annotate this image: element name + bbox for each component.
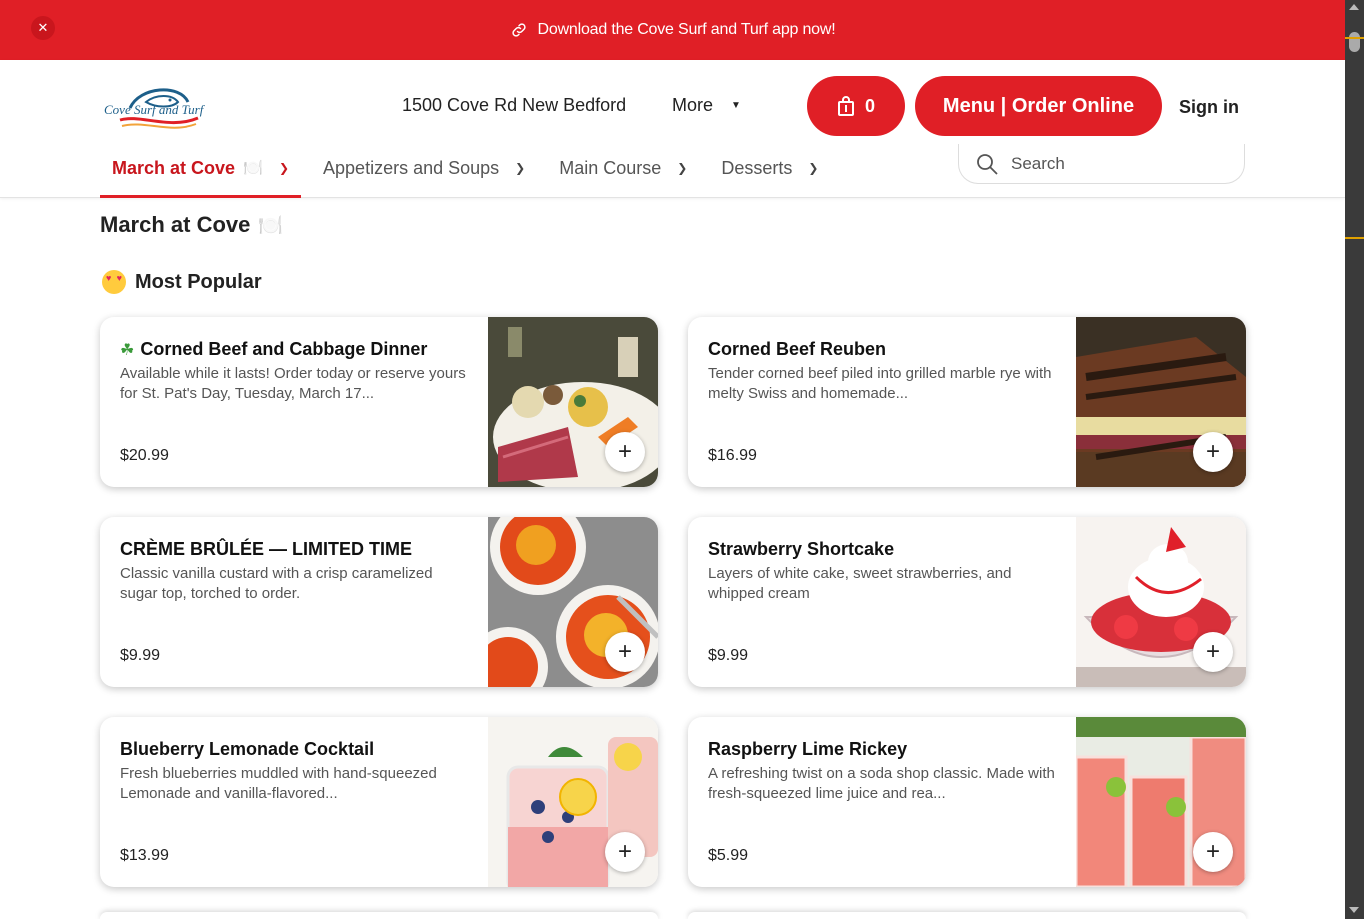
- add-to-cart-button[interactable]: +: [1193, 832, 1233, 872]
- menu-item-card[interactable]: CRÈME BRÛLÉE — LIMITED TIME Classic vani…: [100, 517, 658, 687]
- scroll-marker: [1345, 237, 1364, 239]
- item-name: Blueberry Lemonade Cocktail: [120, 739, 375, 759]
- tab-desserts[interactable]: Desserts ❯: [709, 138, 830, 198]
- item-price: $9.99: [120, 647, 161, 664]
- item-description: Layers of white cake, sweet strawberries…: [708, 565, 1012, 602]
- add-to-cart-button[interactable]: +: [1193, 432, 1233, 472]
- add-to-cart-button[interactable]: +: [605, 632, 645, 672]
- plus-icon: +: [617, 838, 632, 865]
- plus-icon: +: [1205, 838, 1220, 865]
- add-to-cart-button[interactable]: +: [605, 432, 645, 472]
- item-name: Corned Beef Reuben: [708, 339, 887, 359]
- item-description: Fresh blueberries muddled with hand-sque…: [120, 765, 437, 802]
- restaurant-logo[interactable]: Cove Surf and Turf: [100, 78, 212, 138]
- heart-eyes-emoji-icon: [102, 270, 126, 294]
- cart-button[interactable]: 0: [807, 76, 905, 136]
- plus-icon: +: [1205, 638, 1220, 665]
- item-name: Raspberry Lime Rickey: [708, 739, 908, 759]
- cart-count: 0: [864, 95, 875, 116]
- item-description: A refreshing twist on a soda shop classi…: [708, 765, 1055, 802]
- menu-item-card[interactable]: Corned Beef Reuben Tender corned beef pi…: [688, 317, 1246, 487]
- app-download-banner[interactable]: ✕ Download the Cove Surf and Turf app no…: [0, 0, 1345, 60]
- more-menu[interactable]: More ▼: [672, 95, 741, 116]
- sign-in-link[interactable]: Sign in: [1179, 97, 1239, 118]
- item-price: $5.99: [708, 847, 749, 864]
- order-online-button[interactable]: Menu | Order Online: [915, 76, 1162, 136]
- add-to-cart-button[interactable]: +: [605, 832, 645, 872]
- chevron-down-icon: ❯: [515, 161, 526, 175]
- tab-label: March at Cove: [112, 157, 236, 178]
- menu-item-card[interactable]: Blueberry Lemonade Cocktail Fresh bluebe…: [100, 717, 658, 887]
- tab-label: Appetizers and Soups: [323, 157, 500, 178]
- subsection-title: Most Popular: [102, 270, 262, 294]
- menu-item-card[interactable]: [100, 912, 658, 919]
- plus-icon: +: [1205, 438, 1220, 465]
- tab-label: Main Course: [559, 157, 662, 178]
- more-label: More: [672, 95, 714, 115]
- tab-main-course[interactable]: Main Course ❯: [547, 138, 699, 198]
- menu-item-card[interactable]: ☘ Corned Beef and Cabbage Dinner Availabl…: [100, 317, 658, 487]
- svg-text:Cove Surf and Turf: Cove Surf and Turf: [104, 102, 206, 117]
- restaurant-address[interactable]: 1500 Cove Rd New Bedford: [402, 95, 626, 116]
- plus-icon: +: [617, 438, 632, 465]
- search-placeholder: Search: [1011, 153, 1065, 173]
- item-description: Available while it lasts! Order today or…: [120, 365, 466, 402]
- section-title-text: March at Cove: [100, 212, 251, 237]
- item-description: Classic vanilla custard with a crisp car…: [120, 565, 433, 602]
- close-banner-button[interactable]: ✕: [31, 16, 55, 40]
- shamrock-icon: ☘: [120, 341, 135, 359]
- plate-icon: 🍽️: [258, 214, 284, 237]
- plate-icon: 🍽️: [243, 160, 263, 177]
- item-name: Strawberry Shortcake: [708, 539, 895, 559]
- search-icon: [977, 153, 998, 175]
- tab-march-at-cove[interactable]: March at Cove 🍽️ ❯: [100, 138, 302, 198]
- plus-icon: +: [617, 638, 632, 665]
- item-price: $16.99: [708, 447, 757, 464]
- scroll-thumb[interactable]: [1349, 32, 1360, 52]
- section-title: March at Cove 🍽️: [100, 212, 283, 238]
- page-scrollbar[interactable]: [1345, 0, 1364, 919]
- scroll-down-arrow[interactable]: [1349, 907, 1359, 913]
- chevron-down-icon: ❯: [278, 161, 290, 175]
- menu-item-card[interactable]: Strawberry Shortcake Layers of white cak…: [688, 517, 1246, 687]
- close-icon: ✕: [37, 20, 49, 35]
- menu-item-card[interactable]: [688, 912, 1246, 919]
- tab-appetizers-and-soups[interactable]: Appetizers and Soups ❯: [311, 138, 537, 198]
- tab-label: Desserts: [721, 157, 793, 178]
- link-icon: [511, 23, 526, 37]
- item-description: Tender corned beef piled into grilled ma…: [708, 365, 1052, 402]
- scroll-up-arrow[interactable]: [1349, 4, 1359, 10]
- category-tabs: March at Cove 🍽️ ❯ Appetizers and Soups ❯…: [100, 138, 840, 198]
- item-name: CRÈME BRÛLÉE — LIMITED TIME: [120, 539, 412, 559]
- item-price: $13.99: [120, 847, 169, 864]
- chevron-down-icon: ❯: [808, 161, 819, 175]
- banner-text[interactable]: Download the Cove Surf and Turf app now!: [538, 21, 836, 39]
- site-header: Cove Surf and Turf 1500 Cove Rd New Bedf…: [0, 60, 1345, 198]
- scroll-marker: [1345, 37, 1364, 39]
- caret-down-icon: ▼: [731, 100, 741, 111]
- chevron-down-icon: ❯: [677, 161, 688, 175]
- subsection-title-text: Most Popular: [135, 270, 262, 293]
- item-price: $20.99: [120, 447, 169, 464]
- add-to-cart-button[interactable]: +: [1193, 632, 1233, 672]
- item-price: $9.99: [708, 647, 749, 664]
- menu-item-card[interactable]: Raspberry Lime Rickey A refreshing twist…: [688, 717, 1246, 887]
- search-input[interactable]: Search: [958, 144, 1245, 184]
- item-name: Corned Beef and Cabbage Dinner: [140, 339, 428, 359]
- shopping-bag-icon: [837, 96, 854, 116]
